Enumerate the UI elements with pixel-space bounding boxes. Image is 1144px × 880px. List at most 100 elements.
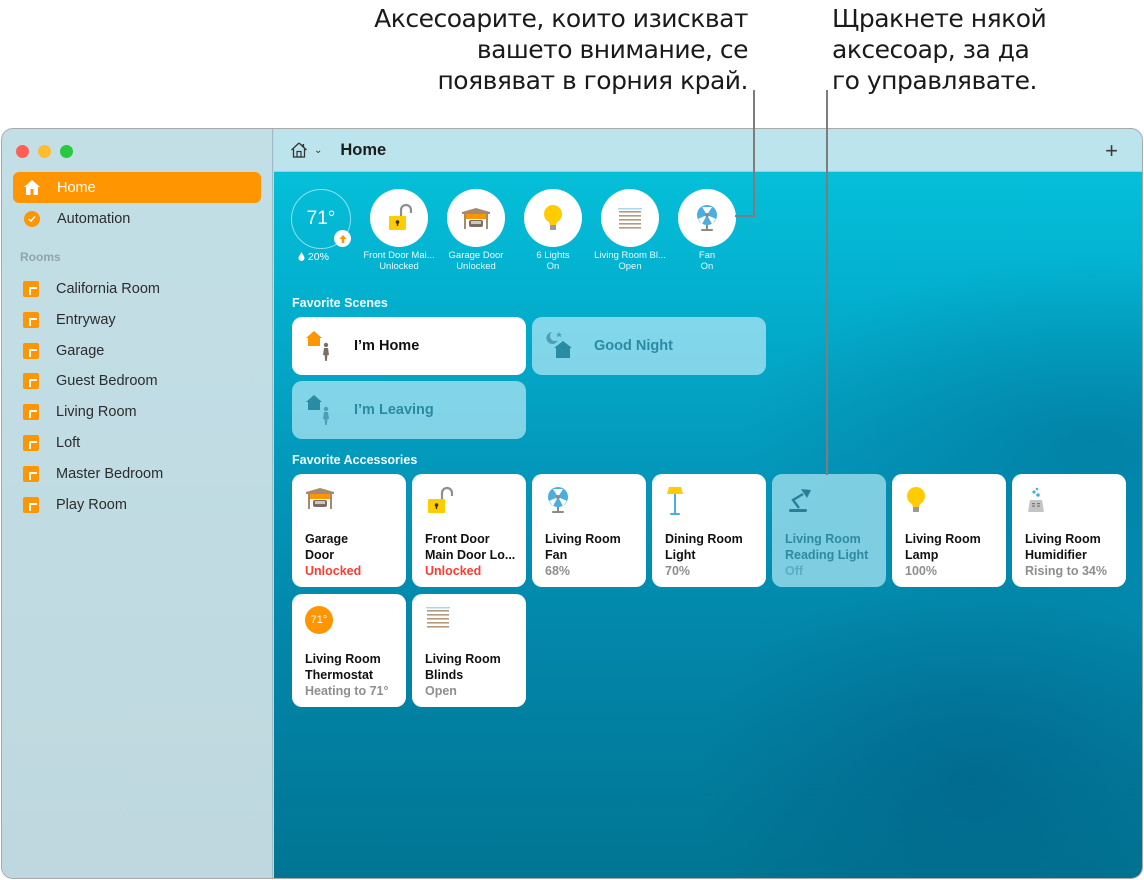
accessory-tile-front-door-lock[interactable]: Front Door Main Door Lo... Unlocked [412,474,526,587]
room-label: Entryway [56,311,116,328]
accessory-status: 100% [905,564,937,578]
accessory-status: Off [785,564,804,578]
blinds-icon [425,606,455,636]
rooms-section-label: Rooms [20,250,61,264]
status-item-blinds[interactable]: Living Room Bl... Open [591,189,669,272]
sidebar-room-item[interactable]: Guest Bedroom [13,365,261,396]
accessory-tile-living-room-thermostat[interactable]: 71° Living Room Thermostat Heating to 71° [292,594,406,707]
home-app-window: Home Automation Rooms California Room En… [1,128,1143,879]
sidebar-room-item[interactable]: Master Bedroom [13,458,261,489]
status-item-name: Living Room Bl... [594,250,666,261]
scene-im-leaving[interactable]: I’m Leaving [292,381,526,439]
status-item-fan[interactable]: Fan On [668,189,746,272]
status-item-lights[interactable]: 6 Lights On [514,189,592,272]
clock-icon [23,210,41,228]
room-label: Living Room [56,403,137,420]
sidebar-item-home[interactable]: Home [13,172,261,203]
fan-icon [545,486,575,516]
sidebar-room-item[interactable]: Garage [13,335,261,366]
callout-line: появяват в горния край. [437,66,748,95]
water-drop-icon [298,252,305,261]
callout-leader-line [753,90,755,217]
thermostat-badge-value: 71° [310,614,328,626]
sidebar-room-item[interactable]: Living Room [13,396,261,427]
sidebar-room-item[interactable]: Entryway [13,304,261,335]
callout-line: Аксесоарите, които изискват [374,4,748,33]
garage-icon [462,208,490,229]
room-icon [23,496,39,513]
main-content: ⌄ Home + 71° 20% Front Door Mai... Unloc… [274,129,1142,878]
status-item-name: Fan [698,250,716,261]
accessory-tile-living-room-fan[interactable]: Living Room Fan 68% [532,474,646,587]
accessory-name: Living Room Blinds [425,652,501,682]
accessory-name: Living Room Thermostat [305,652,381,682]
sidebar-room-item[interactable]: Loft [13,427,261,458]
favorite-scenes-heading: Favorite Scenes [292,296,388,310]
humidifier-icon [1025,486,1055,516]
garage-icon [305,486,335,516]
toolbar: ⌄ Home + [274,129,1142,172]
leave-home-icon [304,392,340,428]
sidebar-room-item[interactable]: California Room [13,273,261,304]
fan-icon [697,205,717,231]
accessory-status: 70% [665,564,691,578]
accessory-tile-living-room-blinds[interactable]: Living Room Blinds Open [412,594,526,707]
moon-house-icon [544,328,580,364]
accessory-tile-living-room-reading-light[interactable]: Living Room Reading Light Off [772,474,886,587]
sidebar-item-automation[interactable]: Automation [13,203,261,234]
accessory-tile-garage-door[interactable]: Garage Door Unlocked [292,474,406,587]
chevron-down-icon[interactable]: ⌄ [314,145,322,156]
callout-line: го управлявате. [832,66,1037,95]
accessory-tile-dining-room-light[interactable]: Dining Room Light 70% [652,474,766,587]
status-item-front-door[interactable]: Front Door Mai... Unlocked [360,189,438,272]
room-label: Master Bedroom [56,465,164,482]
accessory-tile-living-room-lamp[interactable]: Living Room Lamp 100% [892,474,1006,587]
scene-good-night[interactable]: Good Night [532,317,766,375]
status-item-state: Unlocked [379,261,419,272]
floor-lamp-icon [665,486,695,516]
lock-icon [389,203,413,230]
room-label: California Room [56,280,160,297]
status-item-state: Open [618,261,642,272]
callout-line: Щракнете някой [832,4,1047,33]
status-item-name: 6 Lights [536,250,570,261]
status-item-state: On [546,261,560,272]
accessory-tile-living-room-humidifier[interactable]: Living Room Humidifier Rising to 34% [1012,474,1126,587]
bulb-icon [544,205,562,230]
sidebar-item-label: Home [57,179,96,196]
accessory-status: Unlocked [425,564,482,578]
accessory-status: Open [425,684,457,698]
climate-status[interactable]: 71° [291,189,351,249]
status-item-garage-door[interactable]: Garage Door Unlocked [437,189,515,272]
desk-lamp-icon [785,486,815,516]
temperature-value: 71° [306,208,336,229]
sidebar-room-item[interactable]: Play Room [13,489,261,520]
status-item-state: Unlocked [456,261,496,272]
scene-im-home[interactable]: I’m Home [292,317,526,375]
arrow-up-icon [334,230,351,247]
callout-line: вашето внимание, се [476,35,749,64]
accessory-status: Unlocked [305,564,362,578]
zoom-window-button[interactable] [60,145,73,158]
humidity-value: 20% [307,251,329,263]
scene-label: I’m Home [354,338,420,354]
lock-icon [425,486,455,516]
room-icon [23,311,39,328]
scene-label: Good Night [594,338,673,354]
add-button[interactable]: + [1105,138,1118,164]
status-item-state: On [700,261,714,272]
status-item-name: Garage Door [448,250,504,261]
callout-line: аксесоар, за да [832,35,1030,64]
accessory-name: Living Room Humidifier [1025,532,1101,562]
favorite-accessories-heading: Favorite Accessories [292,453,418,467]
room-icon [23,403,39,420]
room-label: Loft [56,434,81,451]
close-window-button[interactable] [16,145,29,158]
minimize-window-button[interactable] [38,145,51,158]
room-icon [23,342,39,359]
room-label: Guest Bedroom [56,372,158,389]
room-label: Garage [56,342,105,359]
home-menu-icon[interactable] [290,141,308,159]
accessory-status: 68% [545,564,571,578]
accessory-status: Heating to 71° [305,684,389,698]
